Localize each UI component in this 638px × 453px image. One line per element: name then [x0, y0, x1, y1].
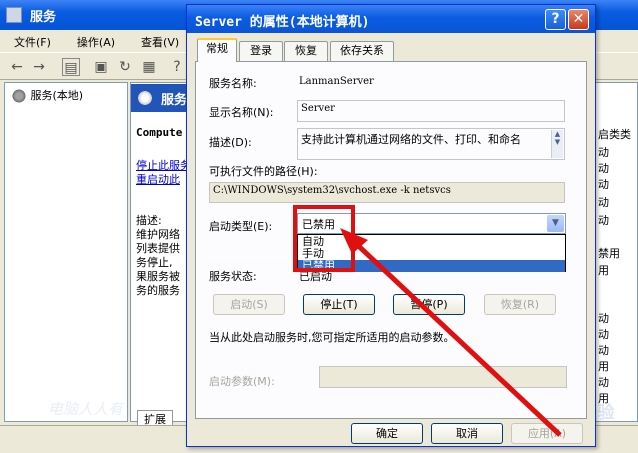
- annotation-arrow-line: [348, 236, 562, 437]
- annotation-arrow: [340, 228, 562, 437]
- tab-general[interactable]: 常规: [197, 38, 237, 62]
